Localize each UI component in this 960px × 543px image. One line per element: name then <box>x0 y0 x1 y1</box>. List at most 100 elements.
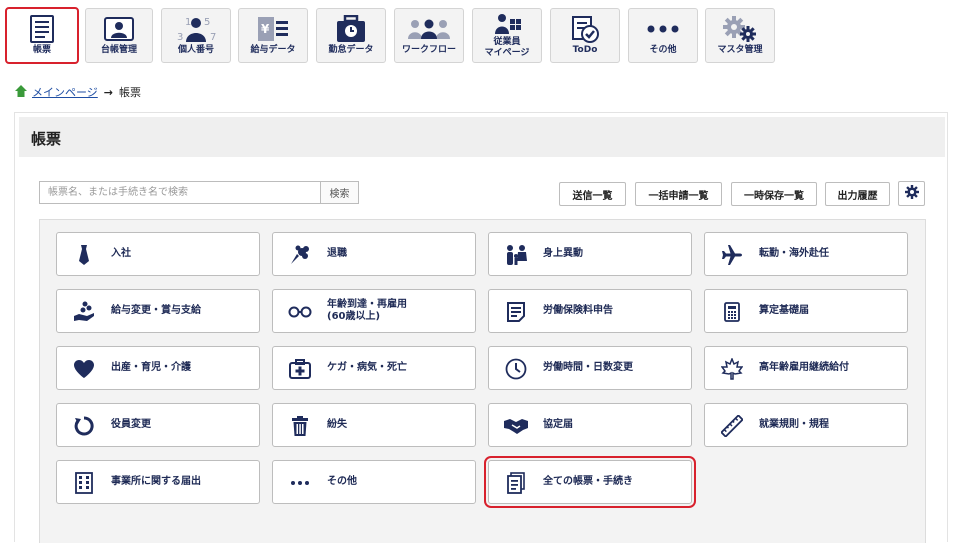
nav-payroll-data-button[interactable]: ¥ 給与データ <box>238 8 308 63</box>
form-category-card[interactable]: 転勤・海外赴任 <box>704 232 908 276</box>
form-category-label: 出産・育児・介護 <box>111 362 191 373</box>
breadcrumb-current: 帳票 <box>119 86 141 99</box>
nav-employee-mypage-button[interactable]: 従業員 マイページ <box>472 8 542 63</box>
form-category-card[interactable]: 年齢到達・再雇用 (60歳以上) <box>272 289 476 333</box>
form-category-label: 年齢到達・再雇用 (60歳以上) <box>327 299 407 322</box>
nav-forms-button[interactable]: 帳票 <box>5 7 79 64</box>
nav-employee-mypage-label: 従業員 マイページ <box>484 37 530 58</box>
glasses-icon <box>287 299 313 325</box>
heart-icon <box>71 356 97 382</box>
family-icon <box>503 242 529 268</box>
nav-todo-button[interactable]: ToDo <box>550 8 620 63</box>
form-category-card[interactable]: ケガ・病気・死亡 <box>272 346 476 390</box>
form-category-card[interactable]: 就業規則・規程 <box>704 403 908 447</box>
office-building-icon <box>71 470 97 496</box>
form-document-icon <box>7 15 77 43</box>
form-category-card[interactable]: その他 <box>272 460 476 504</box>
nav-forms-label: 帳票 <box>32 45 51 55</box>
home-icon[interactable] <box>14 84 28 101</box>
calculator-icon <box>719 299 745 325</box>
nav-personal-number-button[interactable]: 1 5 3 7 個人番号 <box>161 8 231 63</box>
trash-can-icon <box>287 413 313 439</box>
todo-check-icon <box>551 15 619 43</box>
form-category-label: 労働時間・日数変更 <box>543 362 633 373</box>
form-category-card[interactable]: 出産・育児・介護 <box>56 346 260 390</box>
svg-text:5: 5 <box>204 17 210 28</box>
form-category-label: 労働保険料申告 <box>543 305 613 316</box>
nav-ledger-button[interactable]: 台帳管理 <box>85 8 153 63</box>
output-history-button[interactable]: 出力履歴 <box>825 182 890 206</box>
form-category-label: 事業所に関する届出 <box>111 476 201 487</box>
ledger-person-card-icon <box>86 15 152 43</box>
breadcrumb-arrow-icon: → <box>103 85 113 99</box>
temp-saved-list-button[interactable]: 一時保存一覧 <box>731 182 817 206</box>
form-category-label: 入社 <box>111 248 131 259</box>
more-dots-icon <box>287 470 313 496</box>
send-list-button[interactable]: 送信一覧 <box>559 182 626 206</box>
form-category-label: 退職 <box>327 248 347 259</box>
svg-text:7: 7 <box>210 32 216 43</box>
form-category-card[interactable]: 協定届 <box>488 403 692 447</box>
form-category-card[interactable]: 紛失 <box>272 403 476 447</box>
search-button[interactable]: 検索 <box>320 182 358 203</box>
nav-personal-number-label: 個人番号 <box>177 45 214 55</box>
form-category-card[interactable]: 入社 <box>56 232 260 276</box>
form-category-label: 役員変更 <box>111 419 151 430</box>
hand-coins-icon <box>71 299 97 325</box>
page-title: 帳票 <box>31 130 62 148</box>
all-forms-card[interactable]: 全ての帳票・手続き <box>484 456 696 508</box>
gear-icon <box>904 184 919 203</box>
top-navigation: 帳票 台帳管理 1 5 3 7 個人番号 ¥ 給与データ 勤怠データ ワークフロ… <box>0 0 960 70</box>
svg-text:¥: ¥ <box>261 22 270 36</box>
forms-panel: 帳票 検索 送信一覧 一括申請一覧 一時保存一覧 出力履歴 入社 退職 身上異動… <box>14 112 948 543</box>
attendance-clock-icon <box>317 15 385 43</box>
form-category-card[interactable]: 給与変更・賞与支給 <box>56 289 260 333</box>
nav-other-button[interactable]: その他 <box>628 8 698 63</box>
search-box: 検索 <box>39 181 359 204</box>
form-category-label: 転勤・海外赴任 <box>759 248 829 259</box>
first-aid-kit-icon <box>287 356 313 382</box>
search-input[interactable] <box>40 182 320 203</box>
svg-text:3: 3 <box>177 32 183 43</box>
form-category-label: 算定基礎届 <box>759 305 809 316</box>
form-category-label: 給与変更・賞与支給 <box>111 305 201 316</box>
form-category-label: 紛失 <box>327 419 347 430</box>
panel-header: 帳票 <box>19 117 945 157</box>
necktie-icon <box>71 242 97 268</box>
nav-workflow-button[interactable]: ワークフロー <box>394 8 464 63</box>
nav-other-label: その他 <box>649 45 677 55</box>
form-category-label: ケガ・病気・死亡 <box>327 362 407 373</box>
nav-attendance-data-button[interactable]: 勤怠データ <box>316 8 386 63</box>
breadcrumb-main-page-link[interactable]: メインページ <box>32 84 98 100</box>
form-category-card[interactable]: 退職 <box>272 232 476 276</box>
form-category-card[interactable]: 役員変更 <box>56 403 260 447</box>
settings-button[interactable] <box>898 181 925 206</box>
form-category-label: 全ての帳票・手続き <box>543 476 633 487</box>
document-lines-icon <box>503 299 529 325</box>
form-category-label: 高年齢雇用継続給付 <box>759 362 849 373</box>
maple-leaf-icon <box>719 356 745 382</box>
form-category-card[interactable]: 身上異動 <box>488 232 692 276</box>
form-category-card[interactable]: 高年齢雇用継続給付 <box>704 346 908 390</box>
form-category-label: 就業規則・規程 <box>759 419 829 430</box>
form-category-grid: 入社 退職 身上異動 転勤・海外赴任 給与変更・賞与支給 年齢到達・再雇用 (6… <box>39 219 926 543</box>
all-documents-icon <box>503 470 529 496</box>
form-category-label: 身上異動 <box>543 248 583 259</box>
bulk-apply-list-button[interactable]: 一括申請一覧 <box>635 182 722 206</box>
form-category-card[interactable]: 労働時間・日数変更 <box>488 346 692 390</box>
personal-number-icon: 1 5 3 7 <box>162 15 230 43</box>
handshake-icon <box>503 413 529 439</box>
clock-icon <box>503 356 529 382</box>
form-category-card[interactable]: 労働保険料申告 <box>488 289 692 333</box>
nav-attendance-data-label: 勤怠データ <box>328 45 374 55</box>
nav-workflow-label: ワークフロー <box>401 45 456 55</box>
breadcrumb: メインページ → 帳票 <box>14 84 141 100</box>
svg-text:1: 1 <box>185 17 191 28</box>
airplane-icon <box>719 242 745 268</box>
form-category-label: その他 <box>327 476 357 487</box>
workflow-people-icon <box>395 15 463 43</box>
form-category-card[interactable]: 算定基礎届 <box>704 289 908 333</box>
form-category-card[interactable]: 事業所に関する届出 <box>56 460 260 504</box>
nav-master-management-button[interactable]: マスタ管理 <box>705 8 775 63</box>
refresh-circle-icon <box>71 413 97 439</box>
